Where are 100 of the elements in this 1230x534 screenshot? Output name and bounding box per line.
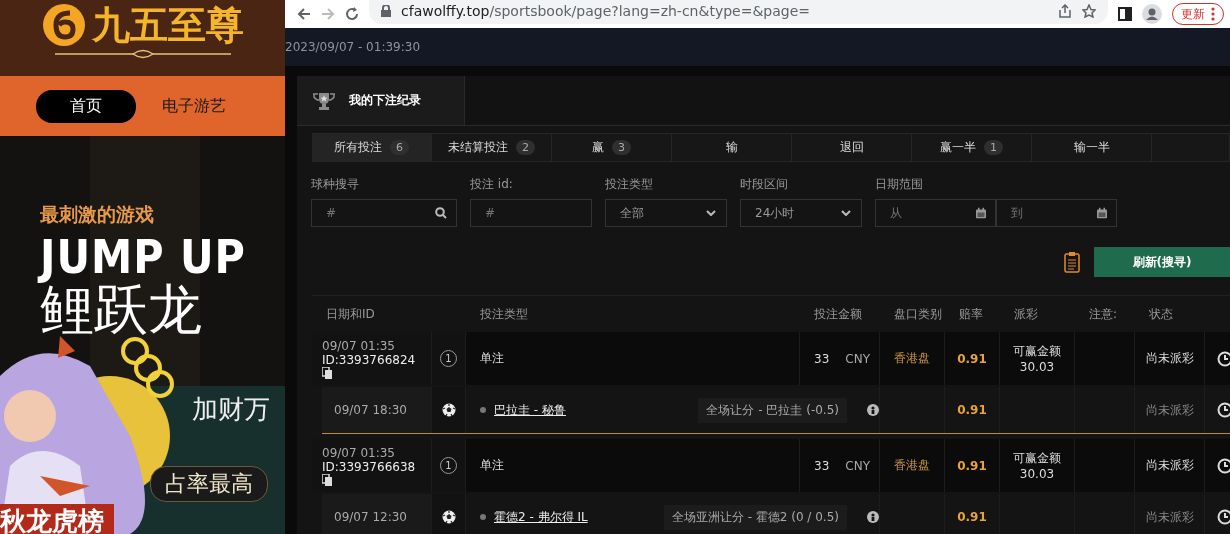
column-header: 投注类型 bbox=[479, 305, 529, 323]
clock-icon bbox=[1216, 402, 1230, 418]
filter-tab[interactable]: 未结算投注 2 bbox=[432, 133, 552, 162]
currency: CNY bbox=[845, 351, 870, 366]
banner-subtitle: 加财万 bbox=[192, 393, 270, 426]
bet-type: 单注 bbox=[480, 457, 504, 474]
bet-id: ID:3393766824 bbox=[322, 352, 416, 367]
column-header: 盘口类别 bbox=[893, 305, 943, 323]
match-link[interactable]: 霍德2 - 弗尔得 IL bbox=[494, 508, 588, 526]
soccer-ball-icon bbox=[441, 510, 456, 524]
nav-link[interactable]: 电子游艺 bbox=[162, 89, 226, 123]
lock-icon bbox=[381, 5, 391, 17]
trophy-icon bbox=[311, 90, 337, 111]
nav-link[interactable]: 首页 bbox=[36, 89, 136, 123]
filter-tab[interactable]: 输 bbox=[672, 133, 792, 162]
bet-id: ID:3393766638 bbox=[322, 459, 416, 474]
profile-icon[interactable] bbox=[1142, 4, 1162, 24]
payout-amount: 30.03 bbox=[1019, 467, 1055, 481]
refresh-button[interactable]: 刷新(搜寻) bbox=[1094, 247, 1230, 277]
panel-title: 我的下注纪录 bbox=[349, 92, 421, 109]
column-header: 注意: bbox=[1088, 305, 1119, 323]
odds: 0.91 bbox=[957, 403, 987, 417]
dropdown[interactable]: 24小时 bbox=[740, 199, 862, 227]
column-header: 赔率 bbox=[958, 305, 984, 323]
field-label: 日期范围 bbox=[875, 176, 924, 193]
match-time: 09/07 12:30 bbox=[334, 510, 407, 524]
clock-icon bbox=[1216, 509, 1230, 525]
odds: 0.91 bbox=[957, 510, 987, 524]
field-label: 投注 id: bbox=[470, 176, 514, 193]
search-icon bbox=[435, 207, 447, 219]
soccer-ball-icon bbox=[441, 403, 456, 417]
tab-count: 2 bbox=[516, 140, 535, 155]
filter-tab[interactable]: 所有投注 6 bbox=[312, 133, 432, 162]
reload-icon[interactable] bbox=[345, 7, 359, 21]
column-header: 投注金额 bbox=[813, 305, 863, 323]
chevron-down-icon bbox=[841, 210, 851, 216]
payout-label: 可赢金额 bbox=[1013, 343, 1061, 360]
calendar-icon bbox=[1097, 207, 1107, 219]
selection-tag: 全场亚洲让分 - 霍德2 (0 / 0.5) bbox=[663, 504, 847, 530]
bet-date: 09/07 01:35 bbox=[322, 338, 395, 353]
bet-amount: 33 bbox=[814, 458, 830, 473]
column-header: 日期和ID bbox=[325, 305, 376, 323]
copy-icon[interactable] bbox=[322, 473, 332, 486]
odds: 0.91 bbox=[957, 351, 987, 366]
brand-name: 九五至尊 bbox=[91, 6, 244, 44]
calendar-icon bbox=[976, 207, 986, 219]
back-icon[interactable] bbox=[297, 7, 311, 21]
bet-amount: 33 bbox=[814, 351, 830, 366]
address-bar[interactable]: cfawolffy.top/sportsbook/page?lang=zh-cn&type=&page= bbox=[369, 0, 1108, 24]
field-label: 球种搜寻 bbox=[311, 176, 360, 193]
bet-status: 尚未派彩 bbox=[1145, 350, 1194, 367]
market-type: 香港盘 bbox=[894, 457, 930, 474]
banner-tagline: 最刺激的游戏 bbox=[40, 202, 155, 227]
match-link[interactable]: 巴拉圭 - 秘鲁 bbox=[494, 401, 566, 419]
currency: CNY bbox=[845, 458, 870, 473]
menu-icon bbox=[1211, 7, 1215, 21]
tab-count: 6 bbox=[390, 140, 409, 155]
clock-icon bbox=[1216, 457, 1230, 474]
banner-ribbon: 秋龙虎榜 bbox=[0, 504, 114, 534]
filter-tab[interactable]: 输一半 bbox=[1032, 133, 1152, 162]
leg-status: 尚未派彩 bbox=[1145, 401, 1194, 419]
logo-icon bbox=[41, 3, 86, 47]
payout-amount: 30.03 bbox=[1019, 360, 1055, 374]
tab-count: 3 bbox=[612, 140, 631, 155]
field-label: 投注类型 bbox=[605, 176, 654, 193]
input-field[interactable]: # bbox=[470, 199, 592, 227]
bet-status: 尚未派彩 bbox=[1145, 457, 1194, 474]
bullet-icon bbox=[480, 514, 486, 520]
copy-icon[interactable] bbox=[322, 366, 332, 379]
odds: 0.91 bbox=[957, 458, 987, 473]
dropdown[interactable]: 全部 bbox=[605, 199, 727, 227]
column-header: 状态 bbox=[1148, 305, 1174, 323]
tab-count: 1 bbox=[984, 140, 1003, 155]
update-button[interactable]: 更新 bbox=[1172, 3, 1224, 25]
payout-label: 可赢金额 bbox=[1013, 450, 1061, 467]
filter-tab[interactable]: 退回 bbox=[792, 133, 912, 162]
bet-date: 09/07 01:35 bbox=[322, 445, 395, 460]
chevron-down-icon bbox=[706, 210, 716, 216]
star-icon[interactable] bbox=[1082, 4, 1096, 18]
banner-button[interactable]: 占率最高 bbox=[150, 466, 268, 502]
banner-title: 鲤跃龙 bbox=[40, 282, 203, 337]
clipboard-icon[interactable] bbox=[1064, 251, 1080, 273]
filter-tab[interactable]: 赢 3 bbox=[552, 133, 672, 162]
date-time: 2023/09/07 - 01:39:30 bbox=[285, 40, 421, 54]
url-text: cfawolffy.top/sportsbook/page?lang=zh-cn&type=&page= bbox=[401, 3, 810, 19]
search-field[interactable]: # bbox=[311, 199, 457, 227]
bet-type: 单注 bbox=[480, 350, 504, 367]
market-type: 香港盘 bbox=[894, 350, 930, 367]
column-header: 派彩 bbox=[1013, 305, 1039, 323]
filter-tab[interactable]: 赢一半 1 bbox=[912, 133, 1032, 162]
date-field[interactable]: 到 bbox=[996, 199, 1117, 227]
field-label: 时段区间 bbox=[740, 176, 789, 193]
selection-tag: 全场让分 - 巴拉圭 (-0.5) bbox=[698, 397, 847, 423]
share-icon[interactable] bbox=[1058, 4, 1072, 18]
date-field[interactable]: 从 bbox=[875, 199, 996, 227]
bullet-icon bbox=[480, 407, 486, 413]
ornament-icon bbox=[52, 49, 233, 59]
match-time: 09/07 18:30 bbox=[334, 403, 407, 417]
side-panel-icon[interactable] bbox=[1118, 7, 1132, 21]
clock-icon bbox=[1216, 350, 1230, 367]
